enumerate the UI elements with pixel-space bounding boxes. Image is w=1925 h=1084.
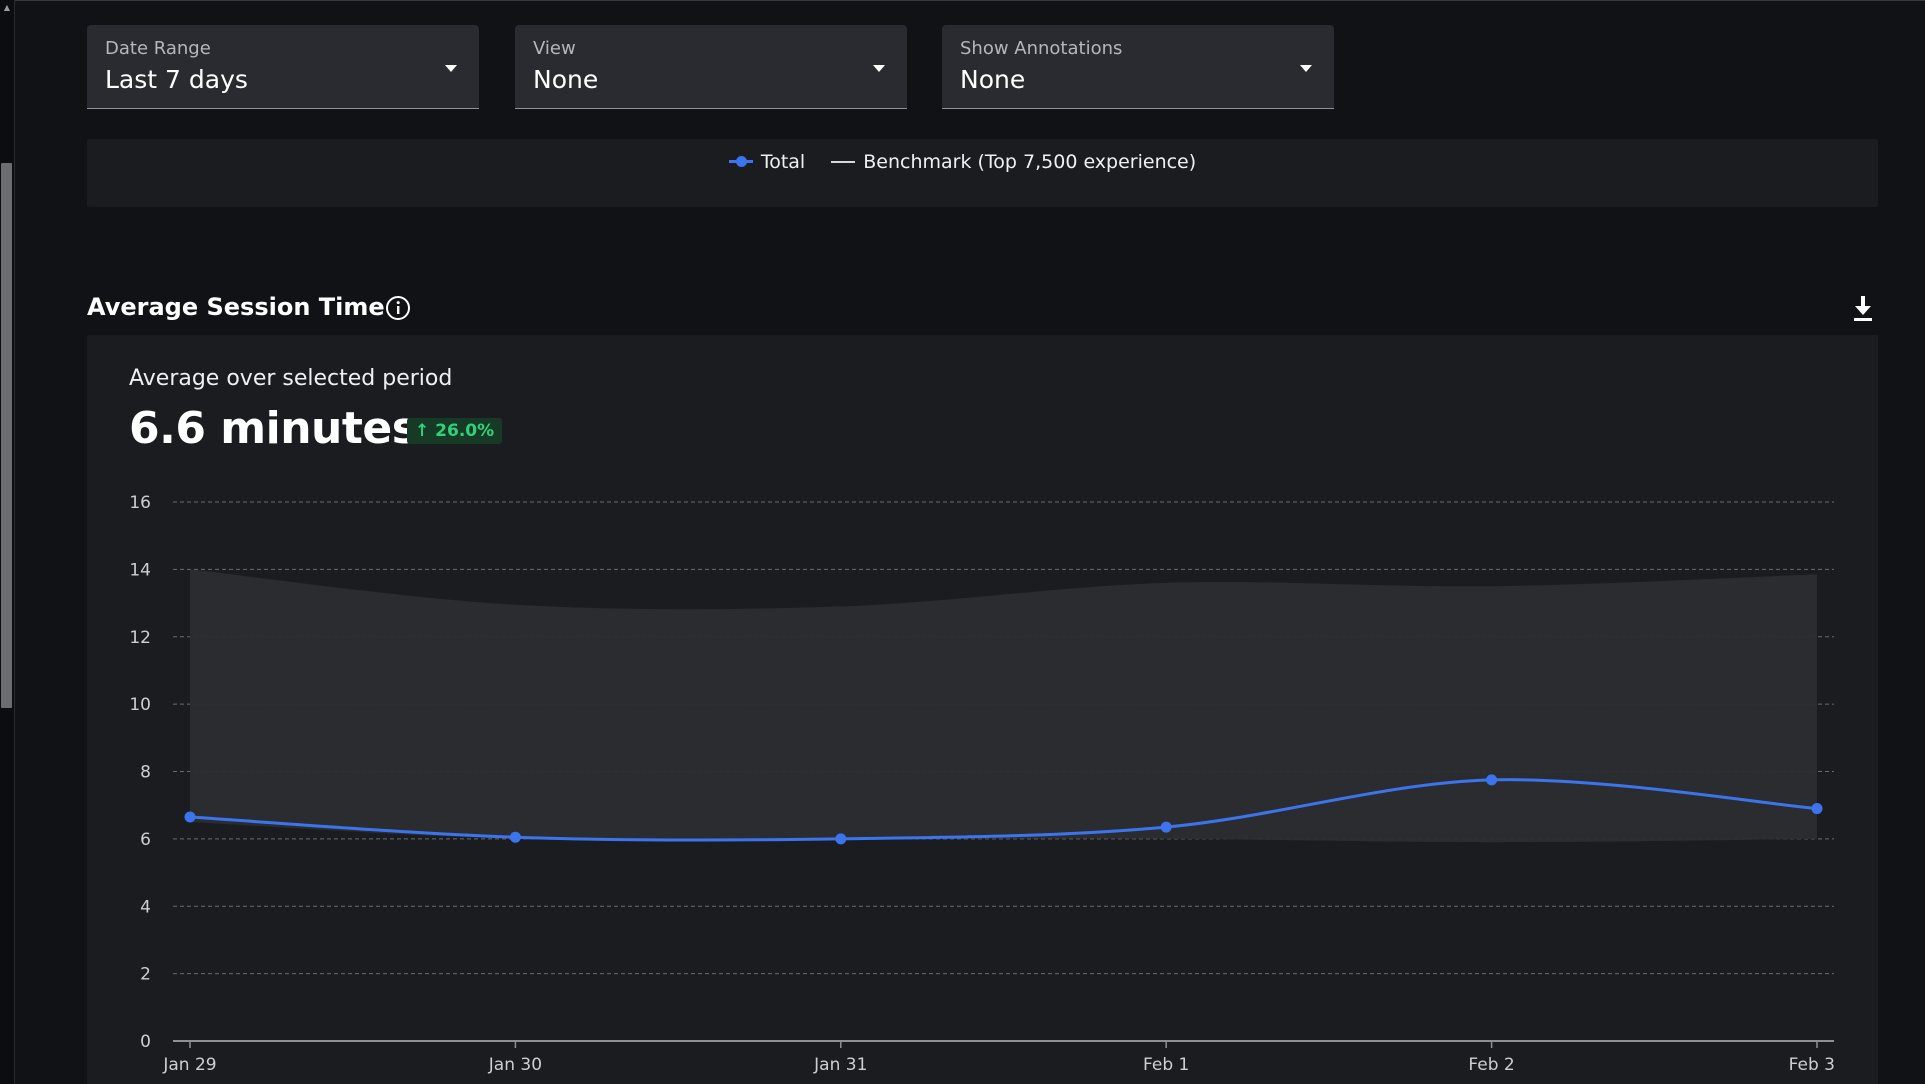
y-tick-label: 14 bbox=[129, 560, 151, 580]
data-point bbox=[1160, 821, 1172, 833]
x-tick-label: Jan 29 bbox=[162, 1055, 216, 1075]
data-point bbox=[1811, 803, 1823, 815]
app-root: ▲ Date Range Last 7 days View None Show … bbox=[0, 0, 1925, 1084]
y-tick-label: 2 bbox=[140, 965, 151, 985]
data-point bbox=[1486, 774, 1498, 786]
data-point bbox=[509, 831, 521, 843]
x-tick-label: Jan 31 bbox=[813, 1055, 867, 1075]
x-tick-label: Feb 2 bbox=[1468, 1055, 1514, 1075]
y-tick-label: 8 bbox=[140, 763, 151, 783]
x-tick-label: Feb 1 bbox=[1143, 1055, 1189, 1075]
data-point bbox=[184, 811, 196, 823]
y-tick-label: 16 bbox=[129, 493, 151, 513]
y-tick-label: 6 bbox=[140, 830, 151, 850]
session-time-chart: 0 2 4 6 8 10 12 14 16 Jan 29 Jan 30 Jan 31 Feb 1 Feb … bbox=[129, 493, 1835, 1075]
benchmark-band bbox=[190, 569, 1817, 843]
x-tick-label: Jan 30 bbox=[488, 1055, 542, 1075]
x-tick-label: Feb 3 bbox=[1789, 1055, 1835, 1075]
y-tick-label: 10 bbox=[129, 695, 151, 715]
data-point bbox=[835, 833, 847, 845]
y-tick-label: 4 bbox=[140, 897, 151, 917]
y-tick-label: 12 bbox=[129, 628, 151, 648]
y-tick-label: 0 bbox=[140, 1032, 151, 1052]
